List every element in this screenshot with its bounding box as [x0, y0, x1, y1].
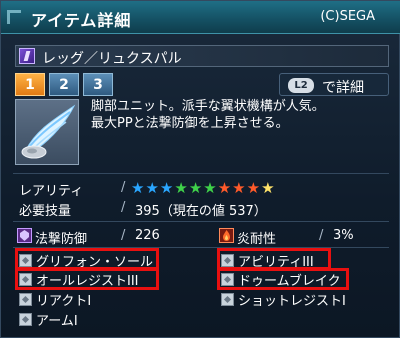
tech-defense-icon [17, 228, 32, 243]
copyright-text: (C)SEGA [320, 9, 375, 24]
divider [13, 173, 389, 174]
item-name-bar: レッグ／リュクスパル [15, 45, 389, 67]
tab-3[interactable]: 3 [83, 73, 113, 96]
tech-defense-value: 226 [135, 228, 160, 243]
separator: / [121, 200, 126, 215]
highlight-box [15, 268, 159, 290]
rarity-label: レアリティ [19, 184, 84, 199]
ability-icon [19, 312, 32, 326]
rarity-star-icon: ★ [246, 179, 261, 197]
ability-icon [221, 292, 234, 306]
ability-item[interactable]: リアクトI [19, 289, 91, 309]
rarity-star-icon: ★ [131, 179, 145, 197]
description-line-2: 最大PPと法撃防御を上昇させる。 [91, 116, 289, 131]
rarity-star-icon: ★ [232, 179, 246, 197]
slot-tabs: 1 2 3 [15, 73, 113, 97]
ability-name: ショットレジストI [238, 293, 346, 309]
fire-resist-icon [219, 228, 234, 243]
tab-1[interactable]: 1 [15, 73, 45, 96]
highlight-box [217, 248, 331, 270]
corner-notch-icon [7, 10, 21, 24]
ability-item[interactable]: アームI [19, 309, 78, 329]
detail-label: で詳細 [322, 80, 364, 96]
ability-icon [19, 292, 32, 306]
highlight-box [15, 248, 159, 270]
wing-unit-icon [21, 104, 76, 159]
separator: / [319, 228, 324, 243]
item-detail-window: アイテム詳細 (C)SEGA レッグ／リュクスパル 1 2 3 L2 で詳細 脚… [0, 0, 400, 338]
rarity-star-icon: ★ [217, 179, 232, 197]
rarity-star-icon: ★ [145, 179, 159, 197]
fire-resist-label: 炎耐性 [237, 232, 277, 247]
ability-item[interactable]: ショットレジストI [221, 289, 346, 309]
rarity-star-icon: ★ [188, 179, 203, 197]
l2-button-icon: L2 [288, 78, 314, 93]
tab-2[interactable]: 2 [49, 73, 79, 96]
rarity-star-icon: ★ [174, 179, 188, 197]
separator: / [121, 228, 126, 243]
tech-defense-label: 法撃防御 [35, 232, 88, 247]
rarity-star-icon: ★ [261, 179, 275, 197]
ability-name: アームI [36, 313, 78, 329]
window-title: アイテム詳細 [31, 11, 132, 30]
rarity-star-icon: ★ [159, 179, 174, 197]
rarity-star-icon: ★ [203, 179, 217, 197]
description-line-1: 脚部ユニット。派手な翼状機構が人気。 [91, 99, 325, 114]
fire-resist-value: 3% [333, 228, 354, 243]
highlight-box [217, 268, 349, 290]
required-skill-value: 395（現在の値 537） [135, 204, 267, 219]
item-description: 脚部ユニット。派手な翼状機構が人気。 最大PPと法撃防御を上昇させる。 [91, 98, 325, 132]
item-thumbnail [15, 99, 79, 165]
ability-name: リアクトI [36, 293, 92, 309]
rarity-stars: ★ ★ ★ ★ ★ ★ ★ ★ ★ ★ [131, 181, 275, 196]
separator: / [121, 180, 126, 195]
detail-button[interactable]: L2 で詳細 [279, 73, 389, 96]
leg-unit-icon [19, 48, 35, 64]
divider [13, 221, 389, 222]
required-skill-label: 必要技量 [19, 204, 72, 219]
item-name: レッグ／リュクスパル [42, 51, 182, 67]
title-bar: アイテム詳細 (C)SEGA [1, 1, 400, 34]
